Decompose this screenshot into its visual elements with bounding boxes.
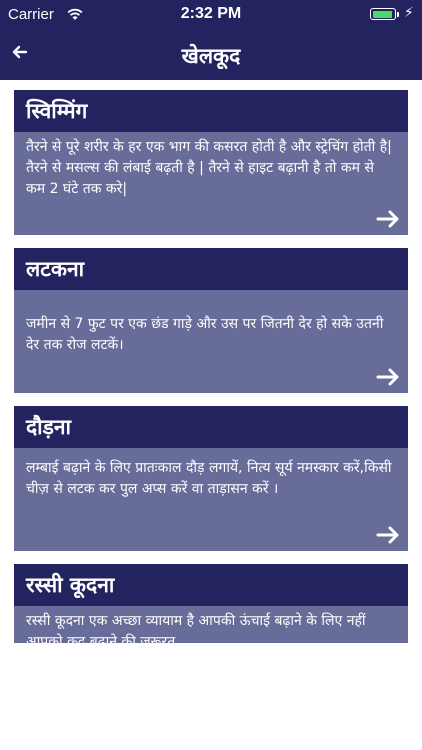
card-description: लम्बाई बढ़ाने के लिए प्रातःकाल दौड़ लगाय… bbox=[26, 460, 392, 497]
exercise-card-running[interactable]: दौड़ना लम्बाई बढ़ाने के लिए प्रातःकाल दौ… bbox=[14, 406, 408, 551]
card-body: रस्सी कूदना एक अच्छा व्यायाम है आपकी ऊंच… bbox=[14, 606, 408, 643]
right-arrow-icon[interactable] bbox=[376, 525, 402, 545]
right-arrow-icon[interactable] bbox=[376, 209, 402, 229]
status-bar: Carrier 2:32 PM ⚡ bbox=[0, 0, 422, 30]
bolt-icon: ⚡ bbox=[404, 5, 414, 21]
card-description: जमीन से 7 फुट पर एक छंड गाड़े और उस पर ज… bbox=[26, 316, 384, 353]
card-description: तैरने से पूरे शरीर के हर एक भाग की कसरत … bbox=[26, 139, 392, 197]
card-title: दौड़ना bbox=[14, 406, 408, 448]
exercise-card-rope-jumping[interactable]: रस्सी कूदना रस्सी कूदना एक अच्छा व्यायाम… bbox=[14, 564, 408, 643]
card-body: जमीन से 7 फुट पर एक छंड गाड़े और उस पर ज… bbox=[14, 290, 408, 393]
exercise-card-hanging[interactable]: लटकना जमीन से 7 फुट पर एक छंड गाड़े और उ… bbox=[14, 248, 408, 393]
navigation-bar: खेलकूद bbox=[0, 30, 422, 80]
page-title: खेलकूद bbox=[181, 44, 241, 68]
battery-icon bbox=[370, 8, 396, 20]
card-title: लटकना bbox=[14, 248, 408, 290]
card-body: लम्बाई बढ़ाने के लिए प्रातःकाल दौड़ लगाय… bbox=[14, 448, 408, 551]
battery-tip bbox=[397, 12, 399, 17]
right-arrow-icon[interactable] bbox=[376, 367, 402, 387]
battery-level bbox=[372, 10, 392, 18]
card-body: तैरने से पूरे शरीर के हर एक भाग की कसरत … bbox=[14, 132, 408, 235]
exercise-card-swimming[interactable]: स्विम्मिंग तैरने से पूरे शरीर के हर एक भ… bbox=[14, 90, 408, 235]
bottom-blank-area bbox=[0, 643, 422, 750]
card-title: रस्सी कूदना bbox=[14, 564, 408, 606]
card-title: स्विम्मिंग bbox=[14, 90, 408, 132]
card-description: रस्सी कूदना एक अच्छा व्यायाम है आपकी ऊंच… bbox=[26, 613, 366, 643]
exercise-list[interactable]: स्विम्मिंग तैरने से पूरे शरीर के हर एक भ… bbox=[0, 80, 422, 643]
clock: 2:32 PM bbox=[180, 5, 242, 22]
